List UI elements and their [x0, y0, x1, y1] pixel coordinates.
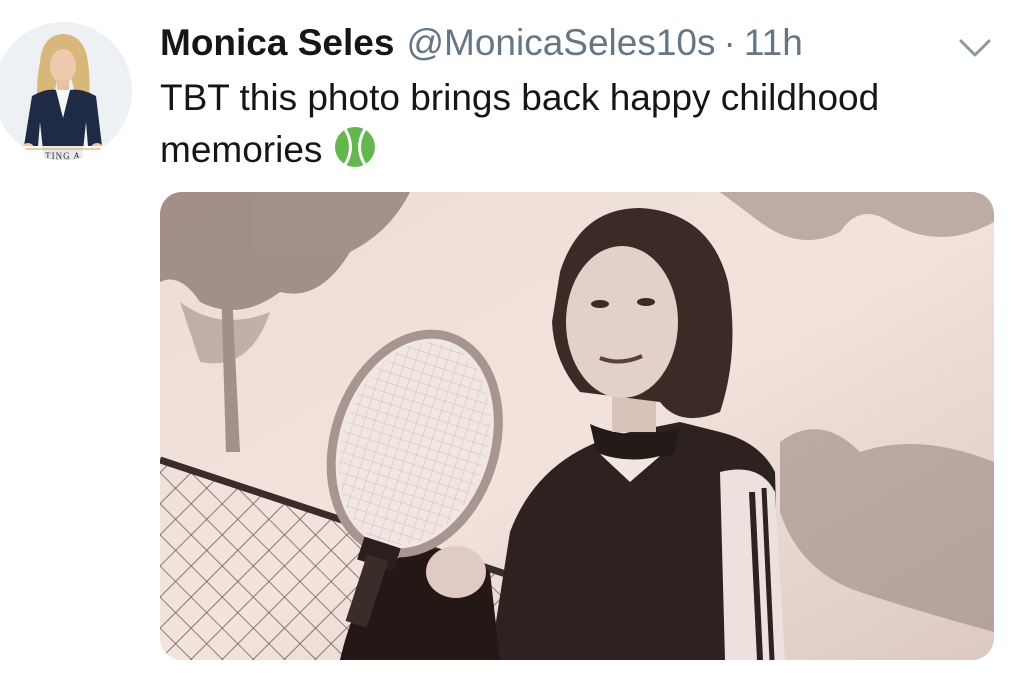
chevron-down-icon[interactable]: [958, 38, 992, 58]
tweet-header: Monica Seles @MonicaSeles10s · 11h: [160, 20, 803, 66]
tweet-text: TBT this photo brings back happy childho…: [160, 72, 1000, 176]
tweet-text-line-2: memories: [160, 124, 1000, 176]
timestamp[interactable]: 11h: [744, 20, 803, 66]
avatar-image: TING A: [0, 22, 132, 160]
tweet[interactable]: TING A Monica Seles @MonicaSeles10s · 11…: [0, 0, 1024, 690]
avatar[interactable]: TING A: [0, 22, 132, 160]
childhood-photo: [160, 192, 994, 660]
tweet-photo[interactable]: [160, 192, 994, 660]
tweet-text-line-2-label: memories: [160, 129, 323, 170]
avatar-caption: TING A: [45, 151, 81, 160]
author-name[interactable]: Monica Seles: [160, 20, 394, 66]
tennis-ball-icon: [335, 127, 376, 167]
tweet-text-line-1: TBT this photo brings back happy childho…: [160, 77, 880, 118]
separator-dot: ·: [723, 22, 736, 63]
author-handle[interactable]: @MonicaSeles10s: [406, 20, 715, 66]
